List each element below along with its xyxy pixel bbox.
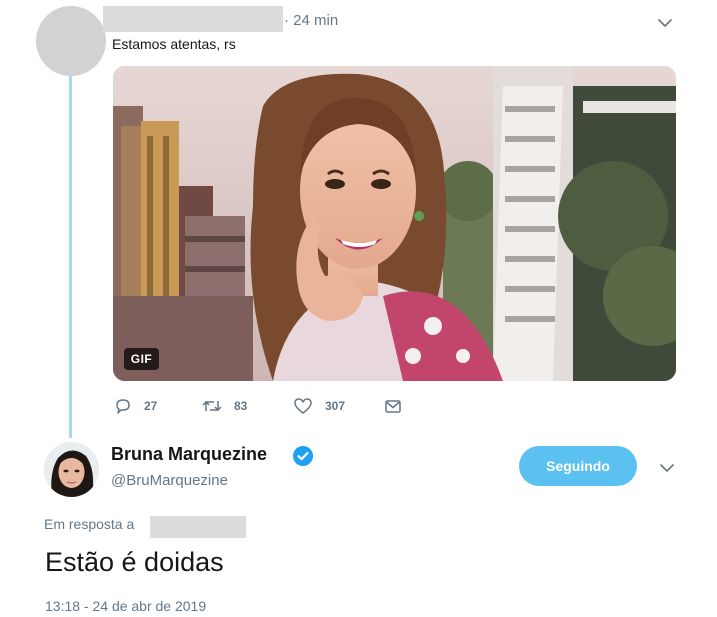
like-action[interactable]: 307	[293, 397, 345, 415]
redacted-reply-target	[150, 516, 246, 538]
heart-icon	[294, 398, 312, 414]
avatar-image	[44, 442, 99, 497]
verified-badge-icon	[293, 446, 313, 466]
reply-context-label: Em resposta a	[44, 516, 135, 532]
avatar-redacted[interactable]	[36, 6, 106, 76]
chevron-down-icon[interactable]	[658, 459, 676, 477]
tweet-time[interactable]: · 24 min	[284, 12, 338, 29]
following-button[interactable]: Seguindo	[519, 446, 637, 486]
redacted-username	[103, 6, 283, 32]
retweet-count: 83	[234, 399, 248, 413]
dm-action[interactable]	[384, 397, 414, 415]
chevron-down-icon[interactable]	[656, 14, 674, 32]
handle[interactable]: @BruMarquezine	[111, 472, 228, 489]
avatar[interactable]	[44, 442, 99, 497]
tweet-timestamp[interactable]: 13:18 - 24 de abr de 2019	[45, 598, 206, 614]
reply-icon	[116, 399, 130, 414]
reply-action[interactable]: 27	[114, 397, 157, 415]
tweet-text: Estão é doidas	[45, 547, 224, 577]
tweet-text: Estamos atentas, rs	[112, 36, 236, 52]
retweet-icon	[202, 400, 222, 412]
display-name[interactable]: Bruna Marquezine	[111, 444, 267, 465]
envelope-icon	[385, 400, 401, 413]
gif-badge: GIF	[124, 348, 159, 370]
like-count: 307	[325, 399, 346, 413]
reply-count: 27	[144, 399, 158, 413]
gif-media[interactable]	[113, 66, 676, 381]
gif-frame-image	[113, 66, 676, 381]
retweet-action[interactable]: 83	[202, 397, 247, 415]
